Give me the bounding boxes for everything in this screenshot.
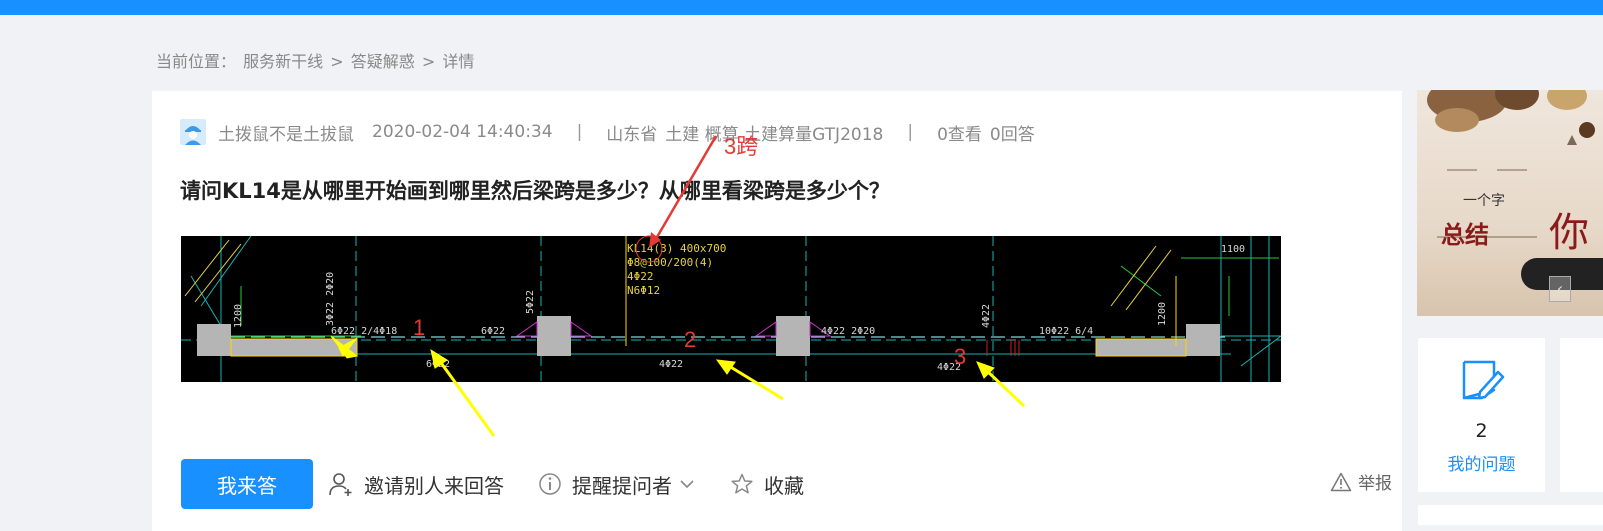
span-label: 2 (684, 327, 696, 352)
chevron-down-icon (680, 480, 694, 489)
meta-separator: | (907, 122, 914, 142)
breadcrumb-prefix: 当前位置： (156, 52, 237, 71)
rebar-text: 6Φ22 2/4Φ18 (331, 326, 397, 337)
my-questions-card[interactable]: 2 我的问题 (1418, 338, 1545, 492)
rebar-text: 1100 (1221, 244, 1245, 255)
breadcrumb-link-service[interactable]: 服务新干线 (243, 52, 323, 71)
breadcrumb-separator: > (330, 52, 344, 71)
favorite-label: 收藏 (764, 473, 804, 498)
annotation-spans-label: 3跨 (724, 134, 758, 159)
answer-count: 0回答 (989, 124, 1035, 145)
question-card: 土拨鼠不是土拔鼠 2020-02-04 14:40:34 | 山东省 土建 概算… (152, 91, 1402, 531)
breadcrumb: 当前位置： 服务新干线 > 答疑解惑 > 详情 (156, 48, 476, 72)
sidebar-card-partial (1418, 505, 1603, 525)
span-label: 3 (954, 344, 966, 369)
star-icon (731, 473, 753, 494)
breadcrumb-current: 详情 (442, 52, 475, 71)
invite-button[interactable]: 邀请别人来回答 (328, 470, 504, 498)
edit-note-icon (1462, 360, 1505, 400)
report-button[interactable]: 举报 (1330, 469, 1392, 494)
rebar-text: 4Φ22 (981, 304, 992, 328)
favorite-button[interactable]: 收藏 (730, 470, 804, 498)
rebar-text: 4Φ22 (659, 359, 683, 370)
meta-separator: | (576, 122, 583, 142)
answer-button[interactable]: 我来答 (181, 459, 313, 509)
user-add-icon (329, 473, 352, 496)
rebar-text: 1200 (233, 304, 244, 328)
sidebar-card-partial[interactable] (1560, 338, 1603, 492)
post-datetime: 2020-02-04 14:40:34 (372, 122, 553, 142)
rebar-text: 5Φ22 (525, 290, 536, 314)
banner-prev-icon[interactable]: ‹ (1549, 276, 1571, 302)
banner-big-char: 你 (1549, 210, 1589, 256)
rebar-text: 4Φ22 2Φ20 (821, 326, 875, 337)
promo-banner[interactable]: 一个字 总结 你 ‹ (1417, 90, 1603, 316)
author-name[interactable]: 土拨鼠不是土拔鼠 (218, 120, 354, 145)
remind-asker-dropdown[interactable]: 提醒提问者 (538, 470, 696, 498)
rebar-text: 10Φ22 6/4 (1039, 326, 1093, 337)
avatar[interactable] (180, 119, 206, 145)
invite-label: 邀请别人来回答 (364, 473, 504, 498)
warning-icon (1330, 472, 1352, 491)
post-tags: 土建 概算 土建算量GTJ2018 (665, 124, 884, 145)
remind-label: 提醒提问者 (572, 473, 672, 498)
beam-note-line: KL14(3) 400x700 (627, 242, 726, 255)
beam-note-line: N6Φ12 (627, 284, 660, 297)
my-questions-count: 2 (1475, 420, 1488, 442)
span-label: 1 (413, 315, 425, 340)
cad-drawing-image[interactable]: 6Φ22 2/4Φ18 6Φ22 4Φ22 2Φ20 10Φ22 6/4 4Φ2… (181, 134, 1282, 437)
rebar-text: 3Φ22 2Φ20 (325, 272, 336, 326)
beam-note-line: 4Φ22 (627, 270, 654, 283)
question-title: 请问KL14是从哪里开始画到哪里然后梁跨是多少？从哪里看梁跨是多少个？ (180, 179, 890, 203)
rebar-text: 6Φ22 (481, 326, 505, 337)
post-province: 山东省 (606, 124, 658, 145)
view-count: 0查看 (937, 124, 982, 145)
breadcrumb-separator: > (421, 52, 436, 71)
breadcrumb-link-qa[interactable]: 答疑解惑 (351, 52, 415, 71)
banner-small-text: 一个字 (1463, 193, 1505, 209)
report-label: 举报 (1358, 474, 1392, 494)
top-bar (0, 0, 1603, 15)
banner-title: 总结 (1441, 220, 1489, 249)
my-questions-label: 我的问题 (1447, 455, 1516, 475)
post-meta: 土拨鼠不是土拔鼠 2020-02-04 14:40:34 | 山东省 土建 概算… (180, 119, 1035, 145)
info-icon (539, 473, 561, 495)
rebar-text: 1200 (1157, 302, 1168, 326)
